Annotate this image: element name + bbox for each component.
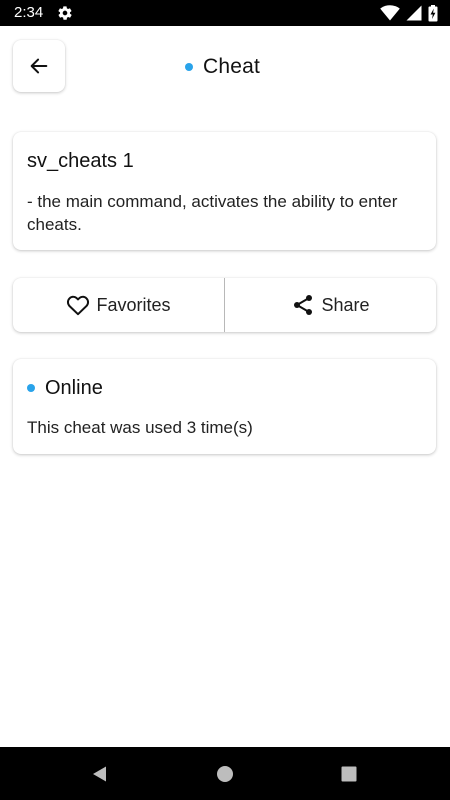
- heart-outline-icon: [67, 295, 90, 316]
- nav-back-button[interactable]: [70, 747, 130, 800]
- status-bar: 2:34: [0, 0, 450, 26]
- battery-charging-icon: [428, 4, 438, 21]
- gear-icon: [58, 6, 72, 20]
- page-title: Cheat: [203, 55, 261, 78]
- cell-signal-icon: [406, 5, 422, 21]
- actions-card: Favorites Share: [13, 278, 436, 332]
- status-time: 2:34: [14, 4, 44, 21]
- share-button[interactable]: Share: [225, 278, 436, 332]
- share-label: Share: [321, 294, 370, 315]
- back-triangle-icon: [93, 766, 106, 781]
- status-dot-icon: [185, 63, 193, 71]
- page-header: Cheat: [185, 53, 260, 81]
- favorites-button[interactable]: Favorites: [13, 278, 224, 332]
- online-row: Online: [27, 375, 422, 401]
- share-icon: [294, 295, 313, 315]
- recents-square-icon: [341, 766, 357, 781]
- system-nav-bar: [0, 747, 450, 800]
- online-dot-icon: [27, 384, 35, 392]
- favorites-label: Favorites: [96, 294, 171, 315]
- cheat-description: - the main command, activates the abilit…: [27, 192, 398, 234]
- back-button[interactable]: [13, 40, 65, 92]
- home-circle-icon: [217, 765, 233, 782]
- cheat-card: sv_cheats 1 - the main command, activate…: [13, 132, 436, 250]
- nav-home-button[interactable]: [195, 747, 255, 800]
- online-label: Online: [45, 376, 103, 399]
- online-card: Online This cheat was used 3 time(s): [13, 359, 436, 454]
- cheat-command: sv_cheats 1: [27, 150, 134, 172]
- wifi-icon: [380, 5, 400, 21]
- usage-count-text: This cheat was used 3 time(s): [27, 418, 253, 437]
- status-icons: [380, 4, 438, 22]
- nav-recents-button[interactable]: [319, 747, 379, 800]
- arrow-left-icon: [30, 58, 48, 74]
